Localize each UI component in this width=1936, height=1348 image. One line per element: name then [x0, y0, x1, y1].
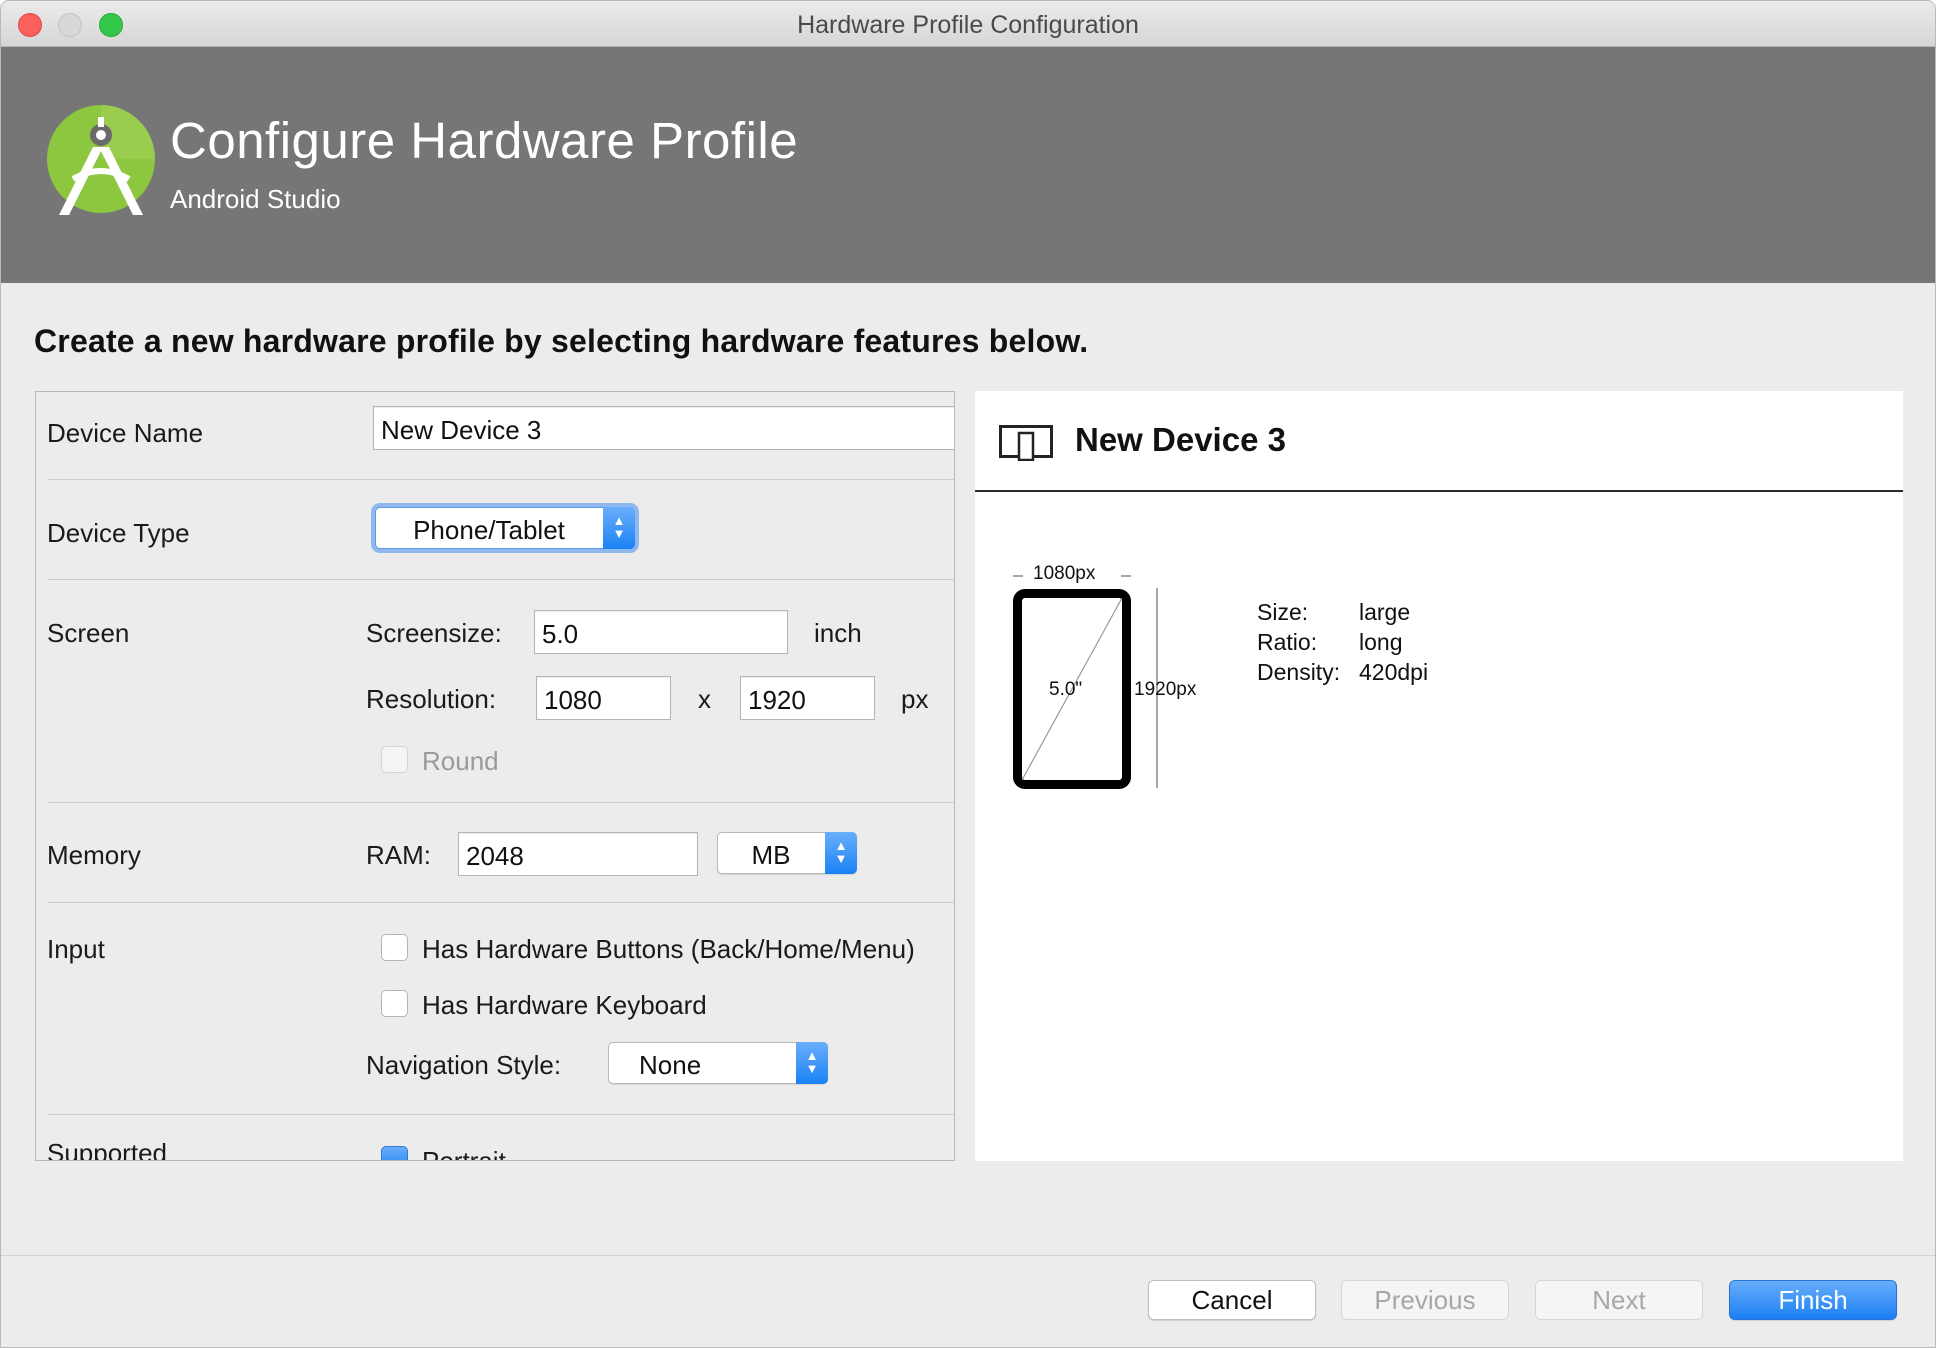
- spec-ratio-label: Ratio:: [1257, 629, 1318, 655]
- round-checkbox[interactable]: [381, 746, 408, 773]
- screensize-unit: inch: [814, 618, 862, 648]
- navigation-style-dropdown[interactable]: None ▲ ▼: [608, 1042, 828, 1084]
- ram-label: RAM:: [366, 840, 431, 870]
- chevron-updown-icon: ▲ ▼: [603, 507, 635, 549]
- portrait-checkbox[interactable]: [381, 1146, 408, 1160]
- preview-height-px: 1920px: [1134, 679, 1197, 700]
- window-title: Hardware Profile Configuration: [797, 11, 1139, 39]
- spec-size-value: large: [1359, 599, 1411, 625]
- chevron-updown-icon: ▲ ▼: [825, 832, 857, 874]
- divider: [48, 479, 954, 480]
- navigation-style-value: None: [639, 1050, 702, 1080]
- footer-divider: [1, 1255, 1935, 1256]
- round-label: Round: [422, 746, 499, 776]
- preview-device-title: New Device 3: [1075, 421, 1286, 458]
- resolution-height-input[interactable]: 1920: [740, 676, 875, 720]
- title-bar: Hardware Profile Configuration: [1, 1, 1935, 47]
- chevron-updown-icon: ▲ ▼: [796, 1042, 828, 1084]
- resolution-unit: px: [901, 684, 929, 714]
- screensize-input[interactable]: 5.0: [534, 610, 788, 654]
- device-name-input[interactable]: New Device 3: [373, 406, 954, 450]
- divider: [48, 802, 954, 803]
- hardware-buttons-label: Has Hardware Buttons (Back/Home/Menu): [422, 934, 915, 964]
- hardware-keyboard-label: Has Hardware Keyboard: [422, 990, 707, 1020]
- header-banner: Configure Hardware Profile Android Studi…: [1, 47, 1935, 283]
- screen-label: Screen: [47, 618, 130, 648]
- ram-unit-dropdown[interactable]: MB ▲ ▼: [717, 832, 857, 874]
- divider: [48, 1114, 954, 1115]
- resolution-width-input[interactable]: 1080: [536, 676, 671, 720]
- supported-label: Supported: [47, 1138, 167, 1161]
- hardware-form-panel: Device Name New Device 3 Device Type Pho…: [35, 391, 955, 1161]
- android-studio-logo-icon: [47, 105, 155, 215]
- header-title: Configure Hardware Profile: [170, 112, 799, 169]
- spec-size-label: Size:: [1257, 599, 1309, 625]
- phone-tablet-icon: [999, 425, 1053, 461]
- hardware-profile-window: Hardware Profile Configuration Configure…: [0, 0, 1936, 1348]
- header-subtitle: Android Studio: [170, 184, 341, 214]
- input-label: Input: [47, 934, 105, 964]
- memory-label: Memory: [47, 840, 141, 870]
- device-type-dropdown[interactable]: Phone/Tablet ▲ ▼: [375, 507, 635, 549]
- preview-width-px: 1080px: [1033, 563, 1096, 584]
- device-name-label: Device Name: [47, 418, 204, 448]
- instruction-text: Create a new hardware profile by selecti…: [34, 323, 1089, 359]
- resolution-x-separator: x: [698, 684, 711, 714]
- hardware-keyboard-checkbox[interactable]: [381, 990, 408, 1017]
- spec-density-label: Density:: [1257, 659, 1341, 685]
- device-type-value: Phone/Tablet: [413, 515, 565, 545]
- divider: [48, 579, 954, 580]
- device-preview-panel: New Device 3 1080px 5.0" 1920px Size: la…: [975, 391, 1903, 1161]
- spec-density-value: 420dpi: [1359, 659, 1429, 685]
- cancel-button[interactable]: Cancel: [1148, 1280, 1316, 1320]
- preview-header: New Device 3: [975, 391, 1903, 492]
- navigation-style-label: Navigation Style:: [366, 1050, 562, 1080]
- ram-unit-value: MB: [751, 840, 791, 870]
- screensize-label: Screensize:: [366, 618, 502, 648]
- resolution-label: Resolution:: [366, 684, 497, 714]
- portrait-label: Portrait: [422, 1146, 506, 1161]
- next-button[interactable]: Next: [1535, 1280, 1703, 1320]
- hardware-buttons-checkbox[interactable]: [381, 934, 408, 961]
- device-type-label: Device Type: [47, 518, 190, 548]
- previous-button[interactable]: Previous: [1341, 1280, 1509, 1320]
- preview-diagonal: 5.0": [1049, 679, 1083, 700]
- ram-input[interactable]: 2048: [458, 832, 698, 876]
- divider: [48, 902, 954, 903]
- spec-ratio-value: long: [1359, 629, 1403, 655]
- finish-button[interactable]: Finish: [1729, 1280, 1897, 1320]
